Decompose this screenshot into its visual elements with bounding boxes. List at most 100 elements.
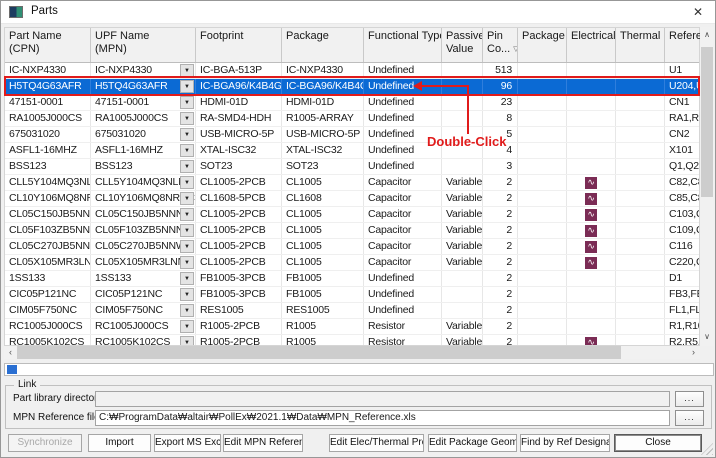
cell-mpn[interactable]: 1SS133▼ xyxy=(91,271,196,286)
cell-thermal[interactable] xyxy=(616,287,665,302)
cell-functional-type[interactable]: Capacitor xyxy=(364,239,442,254)
cell-cpn[interactable]: 675031020 xyxy=(5,127,91,142)
cell-reference[interactable]: C85,C86 xyxy=(665,191,699,206)
cell-footprint[interactable]: FB1005-3PCB xyxy=(196,287,282,302)
mpn-dropdown-icon[interactable]: ▼ xyxy=(180,128,194,141)
cell-functional-type[interactable]: Capacitor xyxy=(364,255,442,270)
cell-electrical[interactable]: ∿ xyxy=(567,335,616,345)
mpn-reference-file-field[interactable]: C:₩ProgramData₩altair₩PollEx₩2021.1₩Data… xyxy=(95,410,670,426)
cell-passive-value[interactable] xyxy=(442,63,483,78)
cell-mpn[interactable]: H5TQ4G63AFR▼ xyxy=(91,79,196,94)
cell-pin-count[interactable]: 513 xyxy=(483,63,518,78)
cell-package-geom[interactable] xyxy=(518,223,567,238)
cell-electrical[interactable] xyxy=(567,79,616,94)
cell-cpn[interactable]: H5TQ4G63AFR xyxy=(5,79,91,94)
cell-thermal[interactable] xyxy=(616,63,665,78)
cell-package[interactable]: RES1005 xyxy=(282,303,364,318)
table-row[interactable]: IC-NXP4330IC-NXP4330▼IC-BGA-513PIC-NXP43… xyxy=(5,63,699,79)
cell-pin-count[interactable]: 2 xyxy=(483,191,518,206)
cell-package-geom[interactable] xyxy=(518,303,567,318)
cell-reference[interactable]: C103,C1 xyxy=(665,207,699,222)
cell-pin-count[interactable]: 2 xyxy=(483,271,518,286)
mpn-dropdown-icon[interactable]: ▼ xyxy=(180,176,194,189)
table-row[interactable]: CL05F103ZB5NNNCCL05F103ZB5NNNC▼CL1005-2P… xyxy=(5,223,699,239)
mpn-dropdown-icon[interactable]: ▼ xyxy=(180,240,194,253)
cell-mpn[interactable]: 675031020▼ xyxy=(91,127,196,142)
cell-package[interactable]: CL1608 xyxy=(282,191,364,206)
table-row[interactable]: 47151-000147151-0001▼HDMI-01DHDMI-01DUnd… xyxy=(5,95,699,111)
mpn-dropdown-icon[interactable]: ▼ xyxy=(180,320,194,333)
cell-thermal[interactable] xyxy=(616,95,665,110)
cell-thermal[interactable] xyxy=(616,303,665,318)
cell-cpn[interactable]: CL05X105MR3LNNH xyxy=(5,255,91,270)
cell-passive-value[interactable]: Variable xyxy=(442,223,483,238)
table-row[interactable]: RA1005J000CSRA1005J000CS▼RA-SMD4-HDHR100… xyxy=(5,111,699,127)
electrical-property-icon[interactable]: ∿ xyxy=(585,337,597,345)
cell-cpn[interactable]: 47151-0001 xyxy=(5,95,91,110)
mpn-dropdown-icon[interactable]: ▼ xyxy=(180,208,194,221)
table-row[interactable]: CL10Y106MQ8NRNCCL10Y106MQ8NRNC▼CL1608-5P… xyxy=(5,191,699,207)
cell-mpn[interactable]: CIM05F750NC▼ xyxy=(91,303,196,318)
cell-passive-value[interactable] xyxy=(442,303,483,318)
vertical-scrollbar-thumb[interactable] xyxy=(701,47,713,197)
cell-passive-value[interactable]: Variable xyxy=(442,239,483,254)
cell-package[interactable]: R1005 xyxy=(282,319,364,334)
export-ms-excel-button[interactable]: Export MS Excel xyxy=(154,434,221,452)
cell-package-geom[interactable] xyxy=(518,127,567,142)
cell-cpn[interactable]: 1SS133 xyxy=(5,271,91,286)
cell-reference[interactable]: Q1,Q2 xyxy=(665,159,699,174)
cell-thermal[interactable] xyxy=(616,255,665,270)
electrical-property-icon[interactable]: ∿ xyxy=(585,225,597,237)
table-row[interactable]: CIC05P121NCCIC05P121NC▼FB1005-3PCBFB1005… xyxy=(5,287,699,303)
cell-passive-value[interactable] xyxy=(442,271,483,286)
cell-package[interactable]: CL1005 xyxy=(282,223,364,238)
cell-functional-type[interactable]: Undefined xyxy=(364,111,442,126)
cell-pin-count[interactable]: 2 xyxy=(483,239,518,254)
cell-functional-type[interactable]: Undefined xyxy=(364,303,442,318)
cell-package[interactable]: IC-NXP4330 xyxy=(282,63,364,78)
cell-electrical[interactable] xyxy=(567,95,616,110)
edit-elec-thermal-prop-button[interactable]: Edit Elec/Thermal Prop xyxy=(329,434,424,452)
cell-electrical[interactable]: ∿ xyxy=(567,223,616,238)
cell-electrical[interactable]: ∿ xyxy=(567,191,616,206)
cell-package-geom[interactable] xyxy=(518,191,567,206)
cell-pin-count[interactable]: 8 xyxy=(483,111,518,126)
cell-mpn[interactable]: CLL5Y104MQ3NLNC▼ xyxy=(91,175,196,190)
cell-electrical[interactable] xyxy=(567,287,616,302)
cell-reference[interactable]: R1,R10, xyxy=(665,319,699,334)
cell-pin-count[interactable]: 2 xyxy=(483,175,518,190)
cell-cpn[interactable]: CIC05P121NC xyxy=(5,287,91,302)
cell-package[interactable]: CL1005 xyxy=(282,255,364,270)
cell-pin-count[interactable]: 2 xyxy=(483,255,518,270)
cell-passive-value[interactable]: Variable xyxy=(442,191,483,206)
table-row[interactable]: H5TQ4G63AFRH5TQ4G63AFR▼IC-BGA96/K4B4G16I… xyxy=(5,79,699,95)
cell-reference[interactable]: U1 xyxy=(665,63,699,78)
cell-mpn[interactable]: IC-NXP4330▼ xyxy=(91,63,196,78)
cell-footprint[interactable]: USB-MICRO-5P xyxy=(196,127,282,142)
cell-footprint[interactable]: FB1005-3PCB xyxy=(196,271,282,286)
electrical-property-icon[interactable]: ∿ xyxy=(585,241,597,253)
cell-package-geom[interactable] xyxy=(518,319,567,334)
mpn-dropdown-icon[interactable]: ▼ xyxy=(180,144,194,157)
cell-pin-count[interactable]: 2 xyxy=(483,319,518,334)
cell-package[interactable]: USB-MICRO-5P xyxy=(282,127,364,142)
cell-electrical[interactable] xyxy=(567,271,616,286)
cell-footprint[interactable]: R1005-2PCB xyxy=(196,335,282,345)
cell-footprint[interactable]: IC-BGA-513P xyxy=(196,63,282,78)
cell-functional-type[interactable]: Undefined xyxy=(364,95,442,110)
cell-reference[interactable]: D1 xyxy=(665,271,699,286)
cell-package[interactable]: FB1005 xyxy=(282,271,364,286)
cell-passive-value[interactable] xyxy=(442,111,483,126)
cell-cpn[interactable]: ASFL1-16MHZ xyxy=(5,143,91,158)
edit-package-geom-button[interactable]: Edit Package Geom xyxy=(428,434,517,452)
cell-mpn[interactable]: RC1005J000CS▼ xyxy=(91,319,196,334)
cell-package-geom[interactable] xyxy=(518,63,567,78)
part-library-directory-browse-button[interactable]: ... xyxy=(675,391,704,407)
cell-electrical[interactable]: ∿ xyxy=(567,175,616,190)
column-header-reference[interactable]: Reference xyxy=(665,28,701,62)
cell-package-geom[interactable] xyxy=(518,95,567,110)
cell-cpn[interactable]: RC1005K102CS xyxy=(5,335,91,345)
edit-mpn-reference-button[interactable]: Edit MPN Reference xyxy=(223,434,303,452)
cell-footprint[interactable]: IC-BGA96/K4B4G16 xyxy=(196,79,282,94)
cell-package-geom[interactable] xyxy=(518,239,567,254)
